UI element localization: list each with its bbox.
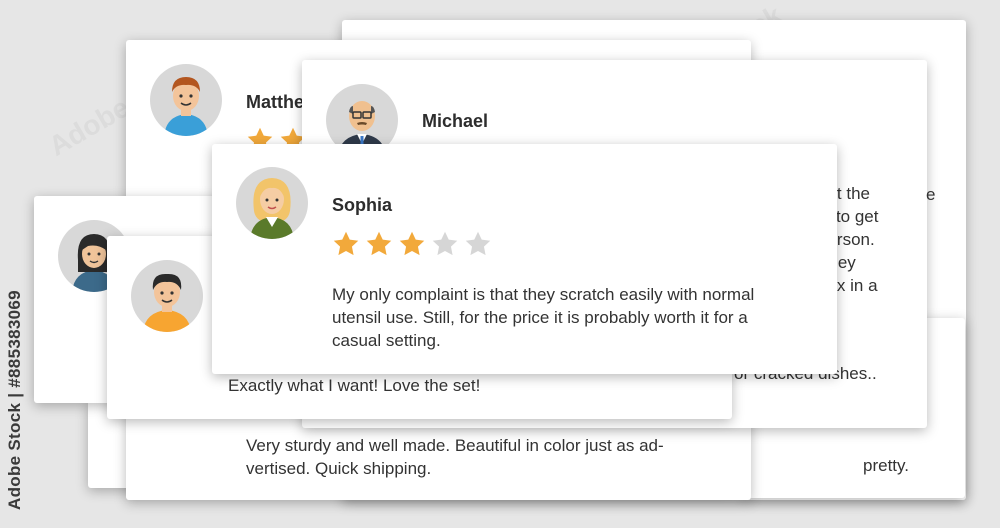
star-filled-icon (399, 231, 425, 256)
star-filled-icon (366, 231, 392, 256)
review-text-partial: pretty. (863, 456, 909, 475)
rating-stars-sophia (332, 230, 492, 258)
review-text-sophia: My only complaint is that they scratch e… (332, 285, 755, 350)
avatar-matthew (150, 64, 222, 136)
avatar-sophia (236, 167, 308, 239)
star-empty-icon (465, 231, 491, 256)
star-filled-icon (333, 231, 359, 256)
review-card-sophia: Sophia My only complaint is that they sc… (212, 144, 837, 374)
reviewer-name-michael: Michael (422, 111, 489, 131)
credit-label: Adobe Stock | #885383069 (5, 290, 24, 510)
avatar-boy (131, 260, 203, 332)
reviewer-name-sophia: Sophia (332, 195, 393, 215)
star-empty-icon (432, 231, 458, 256)
review-text-edge: e (926, 185, 936, 204)
review-text-boy: Exactly what I want! Love the set! (228, 376, 481, 395)
review-text-bottom: Very sturdy and well made. Beautiful in … (246, 436, 664, 478)
reviewer-name-matthew: Matthe (246, 92, 304, 112)
